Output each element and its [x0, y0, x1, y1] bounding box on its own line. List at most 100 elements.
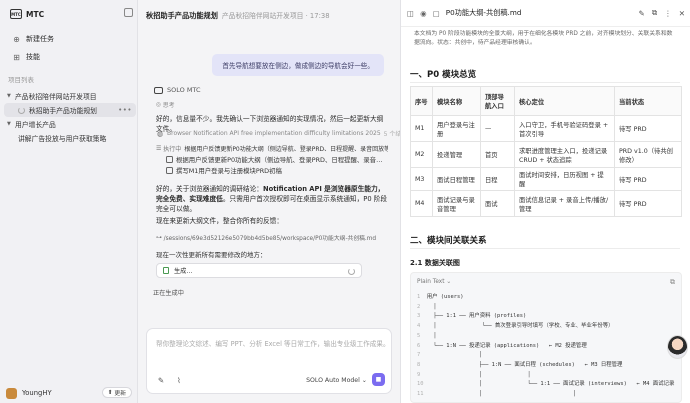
code-line: │: [426, 352, 482, 359]
file-reference[interactable]: ⊶ /sessions/69e3d52126e5079bb4d5be85/wor…: [156, 233, 377, 243]
send-button[interactable]: ■: [372, 373, 385, 386]
doc-toolbar-right: ✎ ⧉ ⋮ ✕: [632, 8, 685, 18]
code-line: │: [426, 332, 437, 339]
skills-button[interactable]: ⊞ 技能: [8, 48, 132, 66]
close-icon[interactable]: ✕: [679, 9, 685, 18]
section-heading: 二、模块间关联关系: [410, 236, 487, 246]
message-composer[interactable]: 帮你整理论文综述、编写 PPT、分析 Excel 等日常工作，输出专业级工作成果…: [146, 328, 392, 394]
project-list-heading: 项目列表: [8, 76, 34, 84]
doc-toolbar-left: ◫ ◉ ▢ P0功能大纲-共创稿.md: [407, 8, 521, 18]
model-name: SOLO Auto Model: [306, 377, 360, 384]
update-button[interactable]: ⬆ 更新: [101, 387, 132, 398]
file-path: /sessions/69e3d52126e5079bb4d5be85/works…: [163, 236, 377, 242]
table-cell: 入口守卫，手机号验证码登录 + 首次引导: [514, 115, 615, 142]
caret-down-icon[interactable]: ▼: [7, 93, 15, 99]
exec-detail: 根据用户反馈更新P0功能大纲（侧边导航、登录PRD、日程提醒、录音回放等）: [184, 146, 388, 153]
assistant-logo-icon: [154, 86, 163, 94]
table-cell: 待写 PRD: [614, 190, 682, 217]
edit-icon[interactable]: ✎: [156, 376, 166, 385]
document-filename: P0功能大纲-共创稿.md: [445, 8, 522, 17]
sidebar-toggle-icon[interactable]: [124, 8, 133, 17]
code-line: │: [426, 303, 437, 310]
table-header: 当前状态: [614, 86, 682, 116]
code-line: │ └── 1:1 ── 面试记录 (interviews) ← M4 面试记录: [426, 381, 675, 388]
session-item-active[interactable]: 秋招助手产品功能规划 •••: [4, 103, 136, 117]
table-cell: 面试信息记录 + 录音上传/播放/管理: [514, 190, 615, 217]
exec-label: 执行中: [163, 146, 182, 153]
code-line: │ │: [426, 391, 577, 398]
table-cell: 面试时间安排，日历视图 + 提醒: [514, 167, 615, 191]
user-profile[interactable]: YoungHY ⬆ 更新: [6, 386, 134, 400]
thinking-toggle[interactable]: ◎ 思考: [156, 100, 175, 110]
table-cell: 投递管理: [432, 141, 481, 168]
assistant-paragraph: 好的，关于浏览器通知的调研结论：Notification API 是浏览器原生能…: [156, 184, 388, 214]
table-header-row: 序号 模块名称 顶部导航入口 核心定位 当前状态: [410, 86, 682, 116]
code-language-label[interactable]: Plain Text ⌄: [417, 279, 451, 285]
model-selector[interactable]: SOLO Auto Model ⌄: [306, 377, 367, 384]
chat-subtitle: 产品秋招陪伴网站开发项目 · 17:38: [221, 12, 330, 20]
more-icon[interactable]: ⋮: [664, 9, 672, 18]
project-item[interactable]: ▼ 用户增长产品: [4, 117, 136, 131]
todo-item: 撰写M1用户登录与注册模块PRD初稿: [156, 165, 388, 176]
generating-file-card[interactable]: 生成…: [156, 263, 362, 278]
table-cell: PRD v1.0（待共创修改）: [614, 141, 682, 168]
checkbox-icon: [166, 156, 173, 163]
chat-header: 秋招助手产品功能规划 产品秋招陪伴网站开发项目 · 17:38: [146, 10, 330, 21]
update-label: 更新: [114, 391, 126, 397]
edit-icon[interactable]: ✎: [639, 9, 645, 18]
table-cell: —: [480, 115, 515, 142]
divider: [410, 248, 680, 249]
globe-icon: ◍: [156, 129, 164, 138]
caret-down-icon[interactable]: ▼: [7, 121, 15, 127]
assistant-paragraph: 现在一次性更新所有需要修改的地方：: [156, 251, 267, 259]
more-options-icon[interactable]: •••: [118, 106, 132, 114]
loading-spinner-icon: [18, 106, 25, 114]
section-heading: 一、P0 模块总览: [410, 70, 477, 80]
todo-text: 根据用户反馈更新P0功能大纲（侧边导航、登录PRD、日程提醒、录音…: [176, 156, 383, 164]
user-message: 首先导航想要放在侧边，做成侧边的导航会好一些。: [212, 54, 384, 76]
copy-icon[interactable]: ⧉: [670, 278, 675, 287]
file-icon: [163, 267, 169, 274]
floating-assistant-avatar[interactable]: [667, 335, 688, 359]
assistant-paragraph: 现在来更新大纲文件，整合你所有的反馈：: [156, 217, 284, 225]
generating-label: 生成…: [174, 268, 193, 275]
avatar[interactable]: [6, 387, 17, 399]
brand: MTC MTC: [10, 7, 44, 21]
table-header: 序号: [410, 86, 433, 116]
table-cell: 待写 PRD: [614, 115, 682, 142]
split-view-icon[interactable]: ◫: [407, 9, 414, 18]
table-cell: 日程: [480, 167, 515, 191]
open-external-icon[interactable]: ⧉: [652, 8, 657, 18]
composer-input[interactable]: 帮你整理论文综述、编写 PPT、分析 Excel 等日常工作，输出专业级工作成果…: [156, 338, 390, 348]
grid-icon: ⊞: [13, 52, 20, 62]
table-cell: M4: [410, 190, 433, 217]
table-cell: M3: [410, 167, 433, 191]
session-item[interactable]: 讲解广告投放与用户获取策略: [4, 131, 136, 145]
para-text: 好的，关于浏览器通知的调研结论：: [156, 185, 263, 193]
loading-spinner-icon: [348, 268, 355, 275]
chat-panel: 秋招助手产品功能规划 产品秋招陪伴网站开发项目 · 17:38 首先导航想要放在侧…: [138, 0, 407, 403]
chevron-down-icon: ⌄: [359, 377, 367, 384]
code-line: │ │: [426, 371, 531, 378]
sidebar: MTC MTC ⊕ 新建任务 ⊞ 技能 项目列表 ▼ 产品秋招陪伴网站开发项目 …: [0, 0, 138, 403]
project-item[interactable]: ▼ 产品秋招陪伴网站开发项目: [4, 89, 136, 103]
eye-icon[interactable]: ◉: [420, 9, 427, 18]
table-cell: 首页: [480, 141, 515, 168]
subsection-heading: 2.1 数据关联图: [410, 259, 460, 267]
table-cell: 面试: [480, 190, 515, 217]
chevron-down-icon: ⌄: [444, 279, 452, 285]
code-line: ├── 1:1 ── 用户资料 (profiles): [426, 313, 527, 320]
list-icon: ☰: [156, 145, 164, 152]
project-label: 产品秋招陪伴网站开发项目: [15, 93, 97, 101]
new-task-button[interactable]: ⊕ 新建任务: [8, 30, 132, 48]
code-line: 用户 (users): [426, 294, 464, 300]
table-cell: 面试记录与录音管理: [432, 190, 481, 217]
exec-status[interactable]: ☰ 执行中 根据用户反馈更新P0功能大纲（侧边导航、登录PRD、日程提醒、录音回…: [156, 143, 388, 154]
attach-icon[interactable]: ⌇: [174, 376, 184, 385]
document-toolbar: ◫ ◉ ▢ P0功能大纲-共创稿.md ✎ ⧉ ⋮ ✕: [401, 0, 690, 27]
brain-icon: ◎: [156, 101, 163, 108]
table-cell: 求职进度管理主入口，投递记录 CRUD + 状态追踪: [514, 141, 615, 168]
search-tool-call[interactable]: ◍ Browser Notification API free implemen…: [156, 129, 407, 139]
code-lang: Plain Text: [417, 279, 445, 285]
code-block: Plain Text ⌄ ⧉ 1 用户 (users) 2 │ 3 ├── 1:…: [410, 272, 682, 403]
